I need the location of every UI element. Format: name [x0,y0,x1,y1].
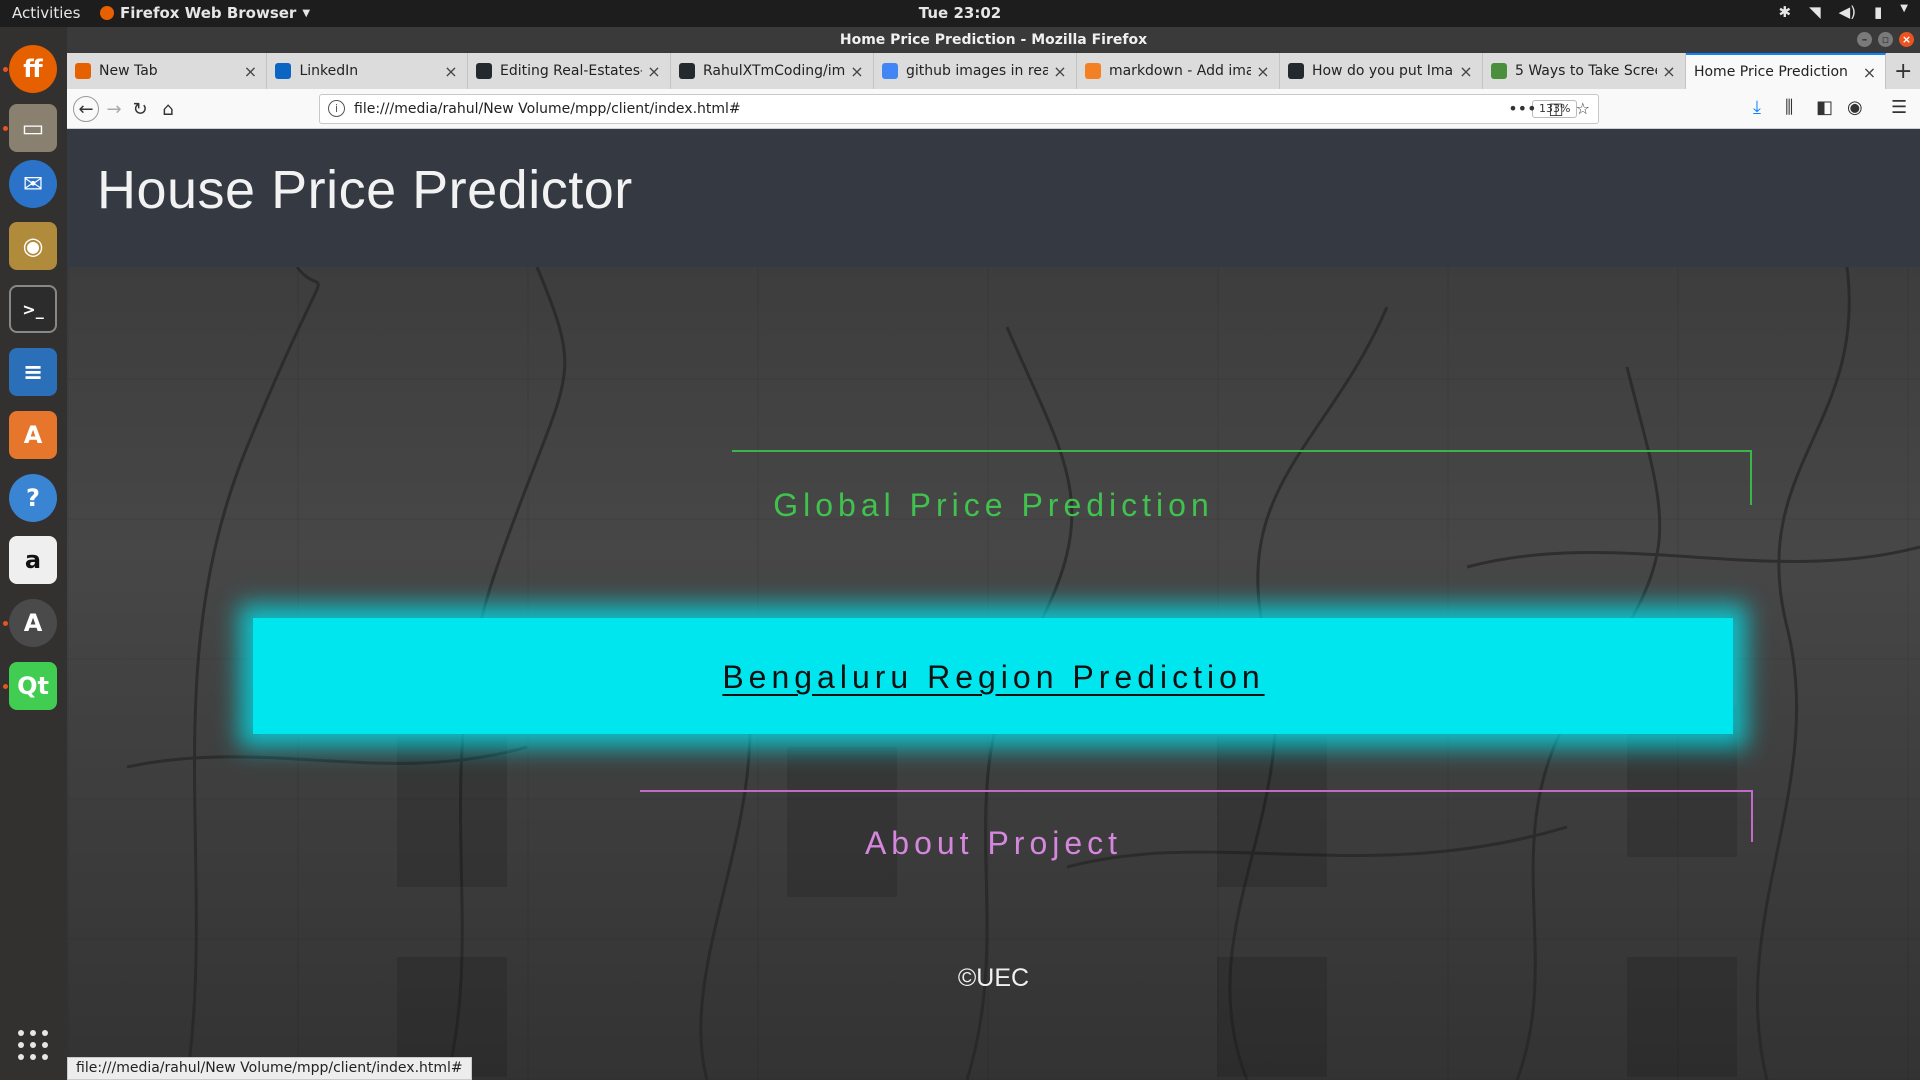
tab-close-icon[interactable]: × [1458,62,1474,81]
tab-close-icon[interactable]: × [646,62,662,81]
tab[interactable]: LinkedIn × [267,53,468,89]
volume-icon[interactable]: ◀) [1839,3,1856,21]
page-content: House Price Predictor Global Price Predi… [67,129,1920,1080]
github-icon [475,63,492,79]
tab-close-icon[interactable]: × [849,62,865,81]
window-titlebar[interactable]: Home Price Prediction - Mozilla Firefox … [67,27,1920,53]
running-indicator [3,126,8,131]
tab-close-icon[interactable]: × [1861,63,1877,82]
tab-close-icon[interactable]: × [1255,62,1271,81]
running-indicator [3,684,8,689]
tab-label: RahulXTmCoding/ima [702,63,845,79]
github-icon [1287,63,1304,79]
tab-close-icon[interactable]: × [1052,62,1068,81]
google-icon [881,63,898,79]
tab[interactable]: RahulXTmCoding/ima × [671,53,874,89]
firefox-icon [75,63,91,79]
files-icon[interactable]: ▭ [9,104,57,152]
url-text[interactable]: file:///media/rahul/New Volume/mpp/clien… [354,101,741,117]
tab-label: New Tab [99,63,158,79]
tab-label: 5 Ways to Take Scree [1514,63,1657,79]
terminal-icon[interactable]: >_ [9,285,57,333]
stackoverflow-icon [1084,63,1101,79]
show-applications-icon[interactable] [18,1030,48,1060]
maximize-icon[interactable]: ▫ [1878,32,1893,47]
status-bar: file:///media/rahul/New Volume/mpp/clien… [67,1057,472,1080]
thunderbird-icon[interactable]: ✉ [9,160,57,208]
tab-strip: New Tab × LinkedIn × Editing Real-Estates-I ×… [67,53,1920,89]
clock[interactable]: Tue 23:02 [0,4,1920,22]
forward-arrow-icon[interactable]: → [101,96,127,122]
navigation-toolbar: ← → ↻ ⌂ i file:///media/rahul/New Volume… [67,89,1920,129]
page-actions-icon[interactable]: ••• [1508,99,1536,118]
home-icon[interactable]: ⌂ [155,96,181,122]
page-title: House Price Predictor [97,160,633,220]
global-price-prediction-link[interactable]: Global Price Prediction [67,487,1920,524]
tab-label: Home Price Prediction [1693,64,1848,80]
page-header: House Price Predictor [67,129,1920,267]
tab[interactable]: markdown - Add imag × [1077,53,1280,89]
wikihow-icon [1490,63,1507,79]
footer-copyright: ©UEC [957,964,1030,992]
battery-icon[interactable]: ▮ [1874,3,1882,21]
qt-icon[interactable]: Qt [9,662,57,710]
pocket-icon[interactable]: ◫ [1549,99,1564,118]
tab[interactable]: Home Price Prediction × [1685,53,1887,89]
tab[interactable]: github images in read × [874,53,1077,89]
system-tray[interactable]: ✱ ◥ ◀) ▮ ▼ [1779,3,1908,21]
tab-label: How do you put Imag [1311,63,1454,79]
info-icon[interactable]: i [328,100,345,117]
tab[interactable]: Editing Real-Estates-I × [468,53,671,89]
close-icon[interactable]: × [1899,32,1914,47]
tab-label: Editing Real-Estates-I [499,63,642,79]
window-title: Home Price Prediction - Mozilla Firefox [839,32,1148,48]
tab-close-icon[interactable]: × [242,62,258,81]
bengaluru-region-prediction-link[interactable]: Bengaluru Region Prediction [67,659,1920,696]
tab-close-icon[interactable]: × [1661,62,1677,81]
linkedin-icon [275,63,292,79]
minimize-icon[interactable]: – [1857,32,1872,47]
system-top-bar: Activities Firefox Web Browser ▼ Tue 23:… [0,0,1920,27]
rhythmbox-icon[interactable]: ◉ [9,222,57,270]
tab-close-icon[interactable]: × [443,62,459,81]
about-project-link[interactable]: About Project [67,825,1920,862]
bluetooth-icon[interactable]: ✱ [1779,3,1792,21]
back-arrow-icon[interactable]: ← [73,96,99,122]
amazon-icon[interactable]: a [9,536,57,584]
hamburger-menu-icon[interactable]: ☰ [1891,97,1907,118]
wifi-icon[interactable]: ◥ [1809,3,1821,21]
new-tab-icon[interactable]: + [1886,53,1920,89]
reload-icon[interactable]: ↻ [127,96,153,122]
writer-icon[interactable]: ≡ [9,348,57,396]
github-icon [678,63,695,79]
tab[interactable]: New Tab × [67,53,268,89]
tab-label: markdown - Add imag [1108,63,1251,79]
software-icon[interactable]: A [9,411,57,459]
dock: ff ▭ ✉ ◉ >_ ≡ A ? a A Qt [0,27,67,1080]
running-indicator [3,621,8,626]
tab[interactable]: 5 Ways to Take Scree × [1483,53,1686,89]
sidebar-icon[interactable]: ◧ [1816,97,1833,118]
updater-icon[interactable]: A [9,599,57,647]
running-indicator [3,67,8,72]
help-icon[interactable]: ? [9,474,57,522]
url-bar[interactable]: i file:///media/rahul/New Volume/mpp/cli… [319,94,1599,124]
firefox-icon[interactable]: ff [9,45,57,93]
background-image: Global Price Prediction Bengaluru Region… [67,267,1920,1080]
tab[interactable]: How do you put Imag × [1280,53,1483,89]
chevron-down-icon[interactable]: ▼ [1900,3,1908,21]
firefox-window: Home Price Prediction - Mozilla Firefox … [67,27,1920,1080]
tab-label: LinkedIn [299,63,359,79]
tab-label: github images in read [905,63,1048,79]
bookmark-star-icon[interactable]: ☆ [1576,99,1590,118]
account-icon[interactable]: ◉ [1847,97,1863,118]
downloads-icon[interactable]: ⤓ [1753,97,1761,118]
library-icon[interactable]: ⫼ [1785,97,1793,118]
